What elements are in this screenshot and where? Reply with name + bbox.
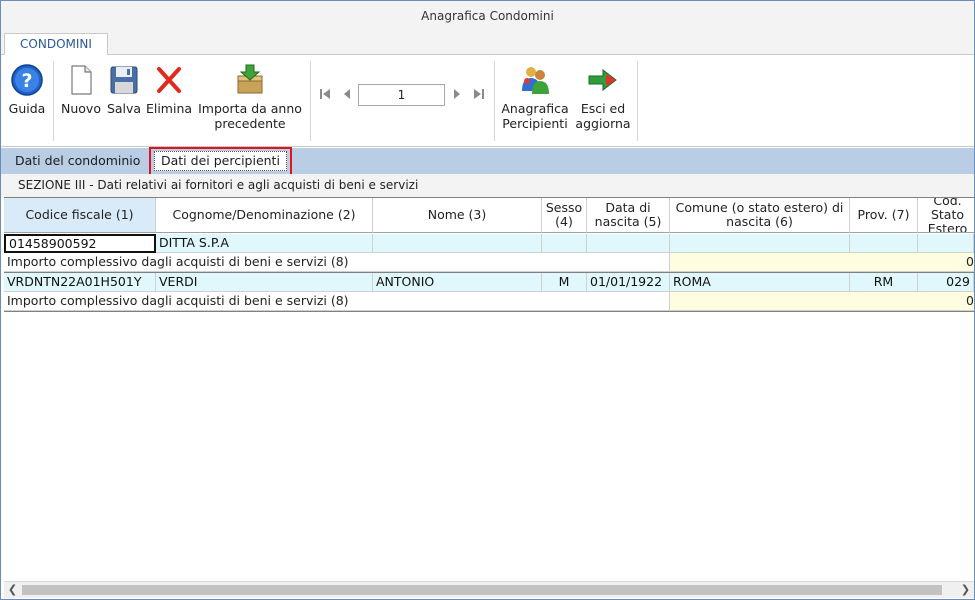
delete-label: Elimina (145, 101, 193, 116)
import-button[interactable]: Importa da anno precedente (195, 55, 305, 131)
new-document-icon (71, 65, 92, 95)
column-header[interactable]: Cognome/Denominazione (2) (156, 198, 373, 233)
import-icon (237, 64, 263, 94)
exit-label-line2: aggiorna (575, 116, 631, 131)
cell-codice-fiscale[interactable]: VRDNTN22A01H501Y (4, 273, 156, 292)
column-header[interactable]: Cod. Stato Estero (918, 198, 974, 233)
row-divider (4, 311, 974, 312)
save-label: Salva (106, 101, 142, 116)
first-icon[interactable] (318, 87, 332, 101)
column-header[interactable]: Comune (o stato estero) di nascita (6) (670, 198, 850, 233)
toolbar-separator (494, 61, 495, 141)
cell-prov[interactable] (850, 234, 918, 253)
new-button[interactable]: Nuovo (59, 55, 103, 116)
column-header[interactable]: Prov. (7) (850, 198, 918, 233)
cell-sesso[interactable]: M (542, 273, 587, 292)
last-icon[interactable] (472, 87, 486, 101)
cell-nome[interactable]: ANTONIO (373, 273, 542, 292)
column-header[interactable]: Codice fiscale (1) (4, 198, 156, 233)
page-number-input[interactable]: 1 (358, 84, 445, 106)
total-label: Importo complessivo dagli acquisti di be… (4, 253, 670, 272)
ribbon-toolbar: ? Guida Nuovo Salva Elimina Importa da a… (1, 55, 974, 147)
cell-cod-stato[interactable] (918, 234, 974, 253)
highlight-box (149, 147, 292, 176)
total-label: Importo complessivo dagli acquisti di be… (4, 292, 670, 311)
cell-sesso[interactable] (542, 234, 587, 253)
svg-text:?: ? (21, 70, 32, 92)
help-label: Guida (8, 101, 46, 116)
cell-comune[interactable] (670, 234, 850, 253)
cell-cod-stato[interactable]: 029 (918, 273, 974, 292)
column-header[interactable]: Data di nascita (5) (587, 198, 670, 233)
cell-data-nascita[interactable] (587, 234, 670, 253)
prev-icon[interactable] (340, 87, 354, 101)
percipienti-label-line2: Percipienti (502, 116, 568, 131)
people-icon (522, 67, 549, 94)
subtab-bar: Dati del condominio Dati dei percipienti (1, 148, 974, 174)
new-label: Nuovo (61, 101, 101, 116)
app-window: Anagrafica Condomini CONDOMINI ? Guida N… (0, 0, 975, 600)
save-button[interactable]: Salva (105, 55, 143, 116)
horizontal-scrollbar[interactable]: ❮ ❯ (4, 581, 974, 598)
percipienti-label-line1: Anagrafica (501, 101, 569, 116)
percipienti-grid: Codice fiscale (1) Cognome/Denominazione… (4, 197, 974, 581)
scroll-left-icon[interactable]: ❮ (4, 582, 21, 599)
exit-arrow-icon (588, 68, 617, 92)
next-icon[interactable] (450, 87, 464, 101)
total-value[interactable]: 0 (670, 292, 974, 311)
section-title: SEZIONE III - Dati relativi ai fornitori… (1, 174, 974, 197)
cell-nome[interactable] (373, 234, 542, 253)
window-title: Anagrafica Condomini (1, 1, 974, 31)
total-value[interactable]: 0 (670, 253, 974, 272)
help-icon: ? (11, 64, 43, 96)
column-header[interactable]: Sesso (4) (542, 198, 587, 233)
anagrafica-percipienti-button[interactable]: Anagrafica Percipienti (499, 55, 571, 131)
help-button[interactable]: ? Guida (5, 55, 49, 116)
import-label-line2: precedente (214, 116, 286, 131)
column-header[interactable]: Nome (3) (373, 198, 542, 233)
save-icon (110, 66, 138, 94)
toolbar-separator (53, 61, 54, 141)
scrollbar-thumb[interactable] (22, 585, 942, 595)
cell-data-nascita[interactable]: 01/01/1922 (587, 273, 670, 292)
cell-codice-fiscale[interactable]: 01458900592 (4, 234, 156, 253)
ribbon-tab-bar: CONDOMINI (1, 31, 974, 56)
toolbar-separator (310, 61, 311, 141)
exit-label-line1: Esci ed (580, 101, 626, 116)
toolbar-separator (637, 61, 638, 141)
cell-comune[interactable]: ROMA (670, 273, 850, 292)
exit-update-button[interactable]: Esci ed aggiorna (573, 55, 633, 131)
total-row: Importo complessivo dagli acquisti di be… (4, 292, 974, 311)
cell-cognome[interactable]: DITTA S.P.A (156, 234, 373, 253)
import-label-line1: Importa da anno (198, 101, 302, 116)
total-row: Importo complessivo dagli acquisti di be… (4, 253, 974, 272)
delete-button[interactable]: Elimina (145, 55, 193, 116)
tab-dati-condominio[interactable]: Dati del condominio (15, 148, 140, 174)
cell-cognome[interactable]: VERDI (156, 273, 373, 292)
cell-prov[interactable]: RM (850, 273, 918, 292)
scroll-right-icon[interactable]: ❯ (957, 582, 974, 599)
delete-icon (157, 67, 181, 93)
tab-condomini[interactable]: CONDOMINI (4, 33, 108, 56)
